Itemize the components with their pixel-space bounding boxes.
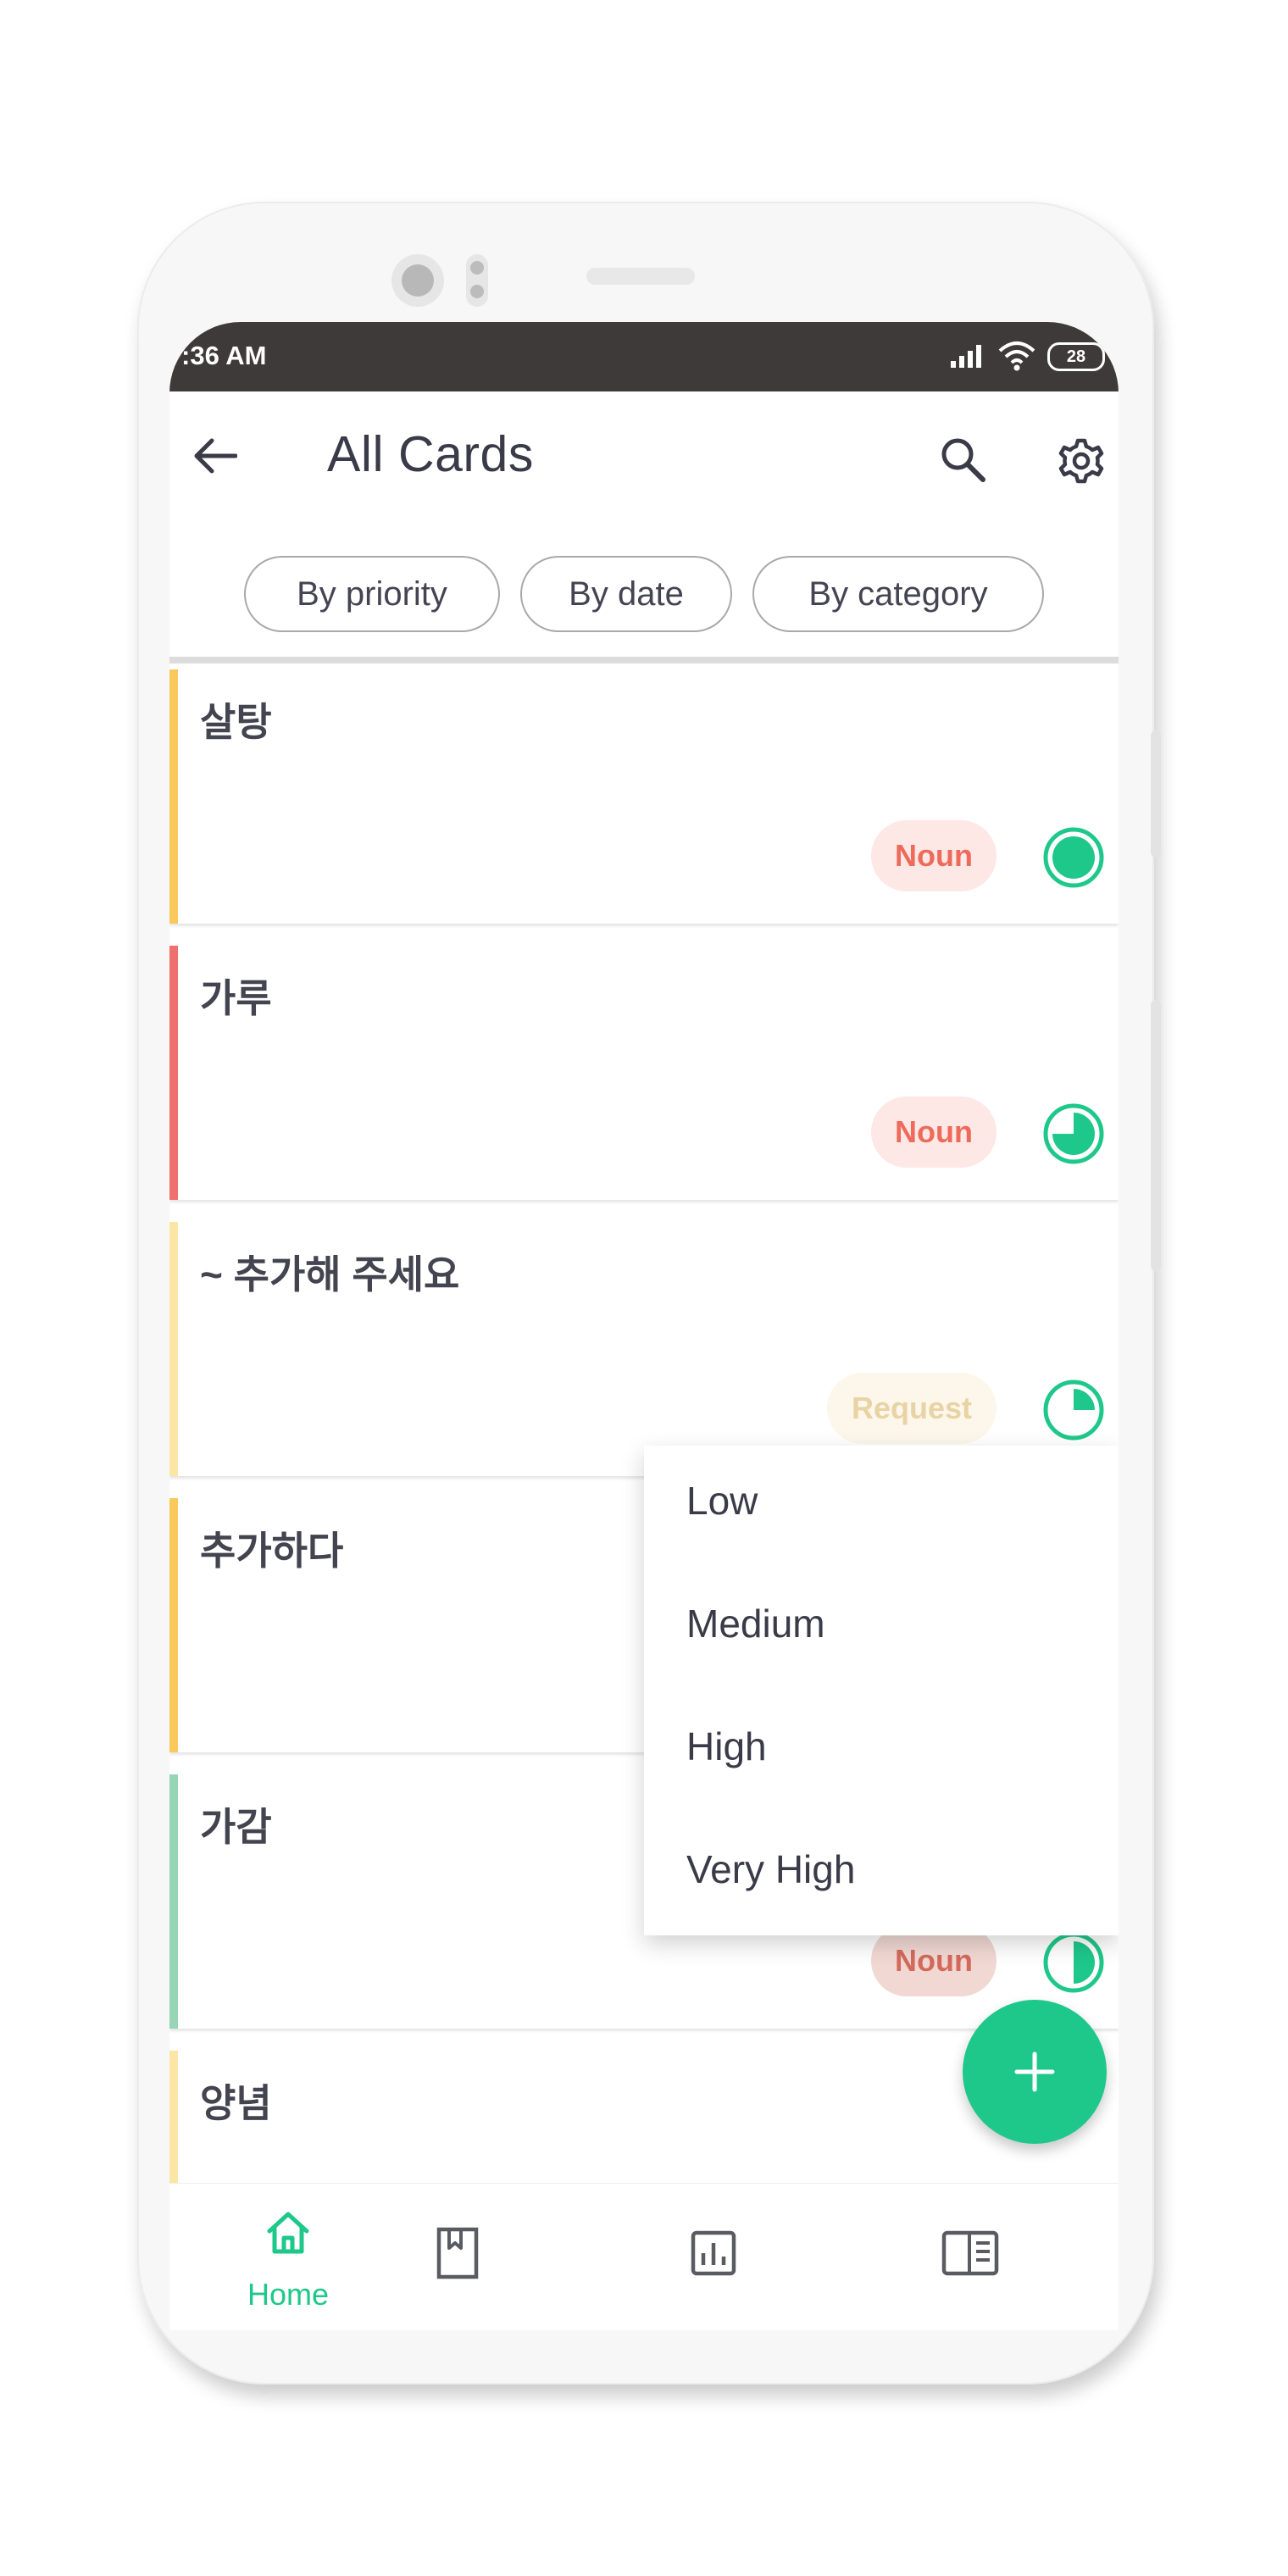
menu-item-medium[interactable]: Medium [686,1601,825,1646]
card-category-bar [169,1222,178,1476]
status-time: :36 AM [181,341,267,370]
card-tag: Noun [871,1925,997,1996]
priority-dropdown-menu: Low Medium High Very High [644,1446,1119,1935]
plus-icon [1014,2051,1055,2092]
menu-item-high[interactable]: High [686,1724,767,1769]
proximity-sensor [466,254,488,307]
card-word: 가감 [200,1805,272,1849]
settings-button[interactable] [1047,427,1115,495]
card-word: ~ 추가해 주세요 [200,1252,460,1296]
card-category-bar [169,946,178,1200]
card-item[interactable]: ~ 추가해 주세요 Request [169,1222,1119,1476]
card-word: 살탕 [200,700,272,744]
card-category-bar [169,669,178,924]
card-word: 양념 [200,2081,272,2125]
nav-reader[interactable] [881,2184,1119,2330]
filter-chip-category[interactable]: By category [752,556,1044,632]
menu-item-low[interactable]: Low [686,1478,758,1524]
wifi-icon [998,341,1035,371]
nav-bookmarks[interactable] [407,2184,644,2330]
filter-chip-priority[interactable]: By priority [244,556,500,632]
page-title: All Cards [327,426,534,482]
card-item[interactable]: 살탕 Noun [169,669,1119,924]
bookmark-book-icon [436,2227,479,2279]
card-item[interactable]: 가루 Noun [169,946,1119,1200]
card-word: 추가하다 [200,1529,344,1573]
filter-chip-date[interactable]: By date [520,556,732,632]
home-icon [267,2212,309,2254]
gear-icon [1058,438,1104,484]
back-arrow-icon [194,438,237,474]
priority-pie-icon[interactable] [1042,1379,1105,1441]
priority-pie-icon[interactable] [1042,826,1105,889]
volume-button [1151,1000,1161,1271]
priority-pie-icon[interactable] [1042,1931,1105,1994]
back-button[interactable] [181,422,249,490]
app-screen: :36 AM 28 All Cards By priority By date … [169,322,1119,2330]
nav-home-label: Home [247,2277,330,2312]
search-icon [941,438,985,482]
card-tag: Noun [871,820,997,891]
status-bar: :36 AM 28 [169,322,1119,391]
bar-chart-icon [691,2230,736,2276]
earpiece-speaker [586,268,695,285]
power-button [1151,730,1161,858]
add-card-button[interactable] [963,2000,1107,2144]
card-tag: Request [827,1373,997,1444]
priority-pie-icon[interactable] [1042,1102,1105,1165]
list-divider [169,657,1119,663]
battery-indicator: 28 [1047,342,1105,371]
camera-lens [402,264,434,297]
card-category-bar [169,1774,178,2029]
search-button[interactable] [929,425,997,493]
card-word: 가루 [200,976,272,1020]
card-category-bar [169,1498,178,1752]
bottom-navigation: Home [169,2183,1119,2330]
nav-home[interactable]: Home [169,2184,407,2330]
signal-icon [951,345,981,368]
reader-view-icon [941,2230,999,2276]
menu-item-very-high[interactable]: Very High [686,1846,855,1892]
nav-statistics[interactable] [644,2184,881,2330]
card-tag: Noun [871,1096,997,1168]
